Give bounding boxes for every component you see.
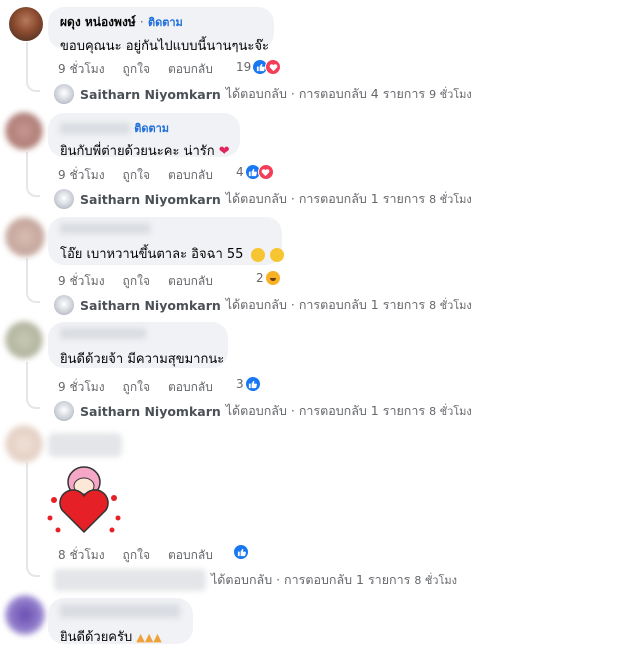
heart-emoji-icon: ❤ <box>218 144 230 159</box>
reply-author[interactable]: Saitharn Niyomkarn <box>80 87 221 102</box>
reaction-count: 4 <box>236 165 244 179</box>
like-action[interactable]: ถูกใจ <box>123 546 150 565</box>
thread-line <box>26 42 28 80</box>
reply-action[interactable]: ตอบกลับ <box>168 166 213 185</box>
comment-bubble: ติดตาม ยินกับพี่ต่ายด้วยนะคะ น่ารัก ❤ <box>48 113 240 159</box>
comment-bubble: โอ๊ย เบาหวานขึ้นตาละ อิจฉา 55 <box>48 217 284 265</box>
reply-avatar <box>54 295 74 315</box>
comment-text: โอ๊ย เบาหวานขึ้นตาละ อิจฉา 55 <box>60 247 244 262</box>
reply-avatar <box>54 189 74 209</box>
party-emoji-icon: ▲▲▲ <box>136 631 162 644</box>
reaction-count: 19 <box>236 60 252 74</box>
reaction-summary[interactable]: 19 <box>236 59 282 75</box>
thread-line <box>26 258 28 291</box>
comment-bubble: ยินดีด้วยจ้า มีความสุขมากนะ <box>48 322 228 368</box>
avatar[interactable] <box>5 112 43 150</box>
comment-actions: 9 ชั่วโมง ถูกใจ ตอบกลับ <box>58 378 213 397</box>
thread-curve <box>26 397 40 409</box>
reply-action[interactable]: ตอบกลับ <box>168 378 213 397</box>
comment-author[interactable] <box>60 123 130 134</box>
comment-author[interactable] <box>60 328 146 339</box>
thread-curve <box>26 291 40 303</box>
reaction-count: 2 <box>256 271 264 285</box>
follow-link[interactable]: ติดตาม <box>148 16 183 29</box>
thread-line <box>26 462 28 565</box>
like-reaction-icon <box>233 544 249 560</box>
comment-actions: 9 ชั่วโมง ถูกใจ ตอบกลับ <box>58 60 213 79</box>
reply-summary[interactable]: ได้ตอบกลับ · การตอบกลับ 1 รายการ <box>226 189 425 209</box>
love-reaction-icon <box>257 164 274 180</box>
reply-summary[interactable]: ได้ตอบกลับ · การตอบกลับ 1 รายการ <box>226 401 425 421</box>
comment-author[interactable] <box>60 223 150 234</box>
reaction-count: 3 <box>236 377 244 391</box>
comment-actions: 9 ชั่วโมง ถูกใจ ตอบกลับ <box>58 272 213 291</box>
like-action[interactable]: ถูกใจ <box>123 272 150 291</box>
comment-bubble: ยินดีด้วยครับ ▲▲▲ <box>48 598 193 645</box>
comment-time[interactable]: 9 ชั่วโมง <box>58 166 105 185</box>
reply-summary[interactable]: ได้ตอบกลับ · การตอบกลับ 4 รายการ <box>226 84 425 104</box>
reply-author[interactable]: Saitharn Niyomkarn <box>80 192 221 207</box>
comment-author[interactable] <box>60 604 180 618</box>
comment-actions: 8 ชั่วโมง ถูกใจ ตอบกลับ <box>58 546 213 565</box>
avatar[interactable] <box>9 7 43 41</box>
follow-link[interactable]: ติดตาม <box>134 122 169 135</box>
comment-time[interactable]: 8 ชั่วโมง <box>58 546 105 565</box>
replies-row[interactable]: Saitharn Niyomkarn ได้ตอบกลับ · การตอบกล… <box>54 84 472 104</box>
replies-row[interactable]: ได้ตอบกลับ · การตอบกลับ 1 รายการ 8 ชั่วโ… <box>54 569 457 591</box>
comment-time[interactable]: 9 ชั่วโมง <box>58 272 105 291</box>
thread-line <box>26 152 28 185</box>
reply-action[interactable]: ตอบกลับ <box>168 546 213 565</box>
reply-time: 8 ชั่วโมง <box>414 574 458 587</box>
reply-author[interactable]: Saitharn Niyomkarn <box>80 404 221 419</box>
comment-time[interactable]: 9 ชั่วโมง <box>58 378 105 397</box>
reply-time: 8 ชั่วโมง <box>429 299 472 312</box>
reaction-summary[interactable] <box>233 544 249 560</box>
like-action[interactable]: ถูกใจ <box>123 60 150 79</box>
avatar[interactable] <box>5 425 43 463</box>
comment-text: ขอบคุณนะ อยู่กันไปแบบนี้นานๆนะจ๊ะ <box>60 39 269 54</box>
reply-author[interactable] <box>54 569 206 591</box>
reply-avatar <box>54 401 74 421</box>
separator-dot: · <box>139 15 144 29</box>
avatar[interactable] <box>5 321 43 359</box>
comment-text: ยินดีด้วยจ้า มีความสุขมากนะ <box>60 352 225 367</box>
thread-line <box>26 362 28 397</box>
reply-action[interactable]: ตอบกลับ <box>168 60 213 79</box>
haha-reaction-icon <box>264 270 281 286</box>
reaction-summary[interactable]: 3 <box>236 376 261 392</box>
reply-time: 8 ชั่วโมง <box>429 405 472 418</box>
comment-time[interactable]: 9 ชั่วโมง <box>58 60 105 79</box>
comment-author[interactable]: ผดุง หน่องพงษ์ <box>60 15 136 29</box>
laughing-emoji-icon <box>269 247 284 262</box>
like-action[interactable]: ถูกใจ <box>123 378 150 397</box>
laughing-emoji-icon <box>250 247 265 262</box>
thread-curve <box>26 80 40 92</box>
love-reaction-icon <box>265 59 282 75</box>
reply-action[interactable]: ตอบกลับ <box>168 272 213 291</box>
comment-text: ยินกับพี่ต่ายด้วยนะคะ น่ารัก <box>60 144 215 159</box>
replies-row[interactable]: Saitharn Niyomkarn ได้ตอบกลับ · การตอบกล… <box>54 189 472 209</box>
avatar[interactable] <box>5 217 45 257</box>
reply-author[interactable]: Saitharn Niyomkarn <box>80 298 221 313</box>
thread-curve <box>26 565 40 577</box>
reply-time: 8 ชั่วโมง <box>429 193 472 206</box>
reply-summary[interactable]: ได้ตอบกลับ · การตอบกลับ 1 รายการ <box>211 570 410 590</box>
thread-curve <box>26 185 40 197</box>
heart-hug-sticker <box>44 460 124 538</box>
reply-summary[interactable]: ได้ตอบกลับ · การตอบกลับ 1 รายการ <box>226 295 425 315</box>
like-reaction-icon <box>244 376 261 392</box>
like-action[interactable]: ถูกใจ <box>123 166 150 185</box>
reaction-summary[interactable]: 4 <box>236 164 274 180</box>
comment-text: ยินดีด้วยครับ <box>60 630 133 645</box>
avatar[interactable] <box>5 595 45 635</box>
comment-author[interactable] <box>48 433 122 457</box>
comment-actions: 9 ชั่วโมง ถูกใจ ตอบกลับ <box>58 166 213 185</box>
reply-avatar <box>54 84 74 104</box>
replies-row[interactable]: Saitharn Niyomkarn ได้ตอบกลับ · การตอบกล… <box>54 295 472 315</box>
reply-time: 9 ชั่วโมง <box>429 88 472 101</box>
comment-bubble: ผดุง หน่องพงษ์ · ติดตาม ขอบคุณนะ อยู่กัน… <box>48 7 274 54</box>
reaction-summary[interactable]: 2 <box>256 270 281 286</box>
sticker-graphic <box>47 466 121 534</box>
replies-row[interactable]: Saitharn Niyomkarn ได้ตอบกลับ · การตอบกล… <box>54 401 472 421</box>
